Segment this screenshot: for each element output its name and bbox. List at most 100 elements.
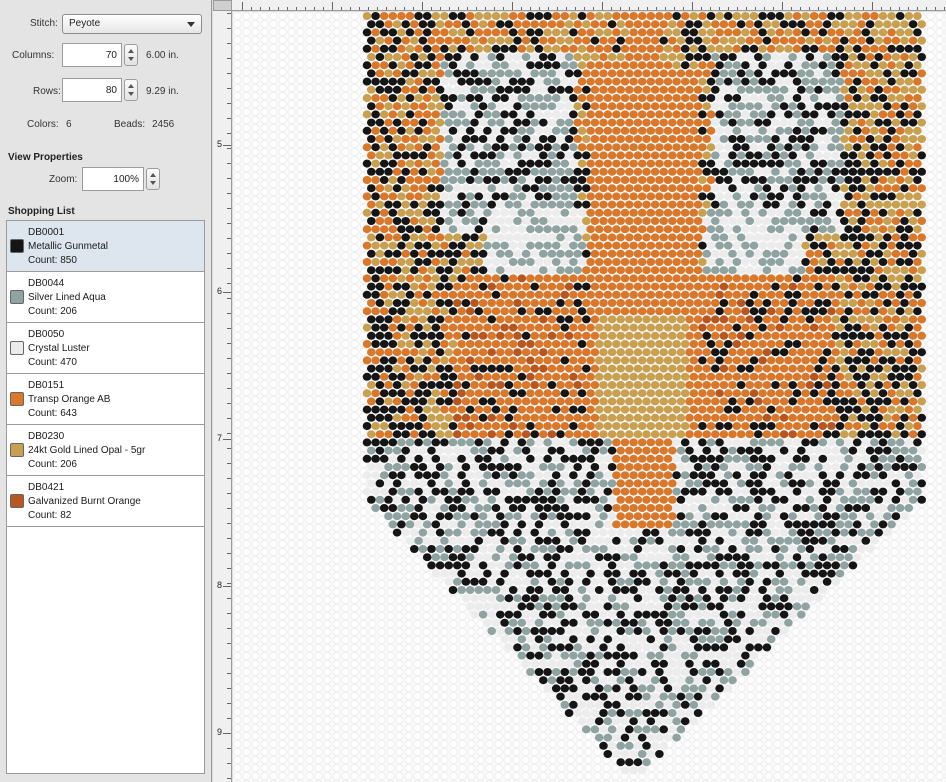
bead — [736, 561, 746, 570]
left-ruler: 56789 — [213, 11, 232, 782]
stitch-select[interactable]: Peyote — [62, 14, 202, 34]
bead — [758, 635, 767, 644]
zoom-field[interactable]: 100% — [82, 167, 144, 191]
bead — [397, 143, 406, 152]
bead — [908, 217, 918, 225]
bead — [719, 102, 729, 111]
bead — [857, 463, 866, 471]
bead — [642, 348, 651, 357]
shopping-list-item[interactable]: DB0050 Crystal Luster Count: 470 — [7, 323, 204, 374]
bead — [754, 413, 763, 422]
bead — [758, 553, 767, 562]
bead — [676, 36, 686, 45]
bead — [895, 405, 905, 414]
shopping-list-item[interactable]: DB0230 24kt Gold Lined Opal - 5gr Count: 2… — [7, 425, 204, 476]
bead — [435, 561, 445, 570]
bead — [556, 610, 565, 619]
bead — [848, 561, 858, 570]
bead — [543, 126, 552, 135]
bead — [668, 364, 677, 373]
bead — [496, 85, 505, 94]
bead — [741, 159, 750, 168]
bead — [530, 217, 539, 225]
bead — [848, 118, 858, 127]
bead — [560, 635, 570, 644]
bead — [723, 274, 733, 283]
bead — [551, 553, 561, 562]
bead — [547, 610, 557, 619]
bead — [414, 258, 423, 266]
bead — [521, 381, 531, 389]
bead — [405, 290, 415, 299]
bead — [870, 307, 879, 316]
bead — [543, 258, 552, 266]
bead — [448, 422, 458, 430]
bead — [715, 28, 724, 37]
bead — [792, 586, 802, 594]
bead — [607, 53, 617, 61]
shopping-list-item[interactable]: DB0001 Metallic Gunmetal Count: 850 — [7, 221, 204, 272]
bead — [822, 545, 832, 553]
bead — [814, 167, 823, 176]
bead — [487, 266, 496, 275]
bead — [711, 479, 720, 488]
bead — [797, 463, 806, 471]
bead — [470, 184, 479, 193]
bead — [375, 217, 385, 225]
bead — [801, 389, 810, 398]
bead — [521, 364, 531, 373]
pattern-canvas[interactable] — [233, 12, 946, 782]
zoom-stepper[interactable] — [146, 168, 160, 190]
bead — [496, 233, 505, 242]
rows-field[interactable]: 80 — [62, 78, 122, 102]
bead — [814, 463, 823, 471]
bead — [603, 504, 613, 512]
bead — [547, 479, 557, 488]
bead — [818, 422, 828, 430]
bead — [861, 340, 871, 348]
bead — [706, 487, 716, 496]
bead — [715, 618, 724, 627]
bead — [534, 241, 544, 250]
bead — [852, 44, 862, 53]
bead — [642, 643, 651, 652]
columns-stepper[interactable] — [124, 44, 138, 66]
bead — [766, 77, 776, 86]
shopping-list-item[interactable]: DB0421 Galvanized Burnt Orange Count: 82 — [7, 476, 204, 527]
bead — [715, 208, 724, 217]
bead — [569, 635, 578, 644]
bead — [848, 545, 858, 553]
bead — [698, 536, 707, 545]
bead — [551, 340, 561, 348]
bead — [388, 356, 398, 365]
bead — [487, 413, 496, 422]
shopping-list-item[interactable]: DB0044 Silver Lined Aqua Count: 206 — [7, 272, 204, 323]
bead — [887, 504, 896, 512]
bead — [883, 495, 892, 504]
bead — [513, 364, 522, 373]
bead — [521, 167, 531, 176]
bead — [539, 299, 548, 307]
bead — [431, 61, 441, 70]
bead — [633, 381, 643, 389]
bead — [517, 28, 527, 37]
bead — [676, 430, 686, 439]
bead — [496, 381, 505, 389]
bead — [741, 553, 750, 562]
bead — [577, 504, 587, 512]
bead — [371, 340, 380, 348]
bead — [650, 627, 660, 635]
columns-field[interactable]: 70 — [62, 43, 122, 67]
bead — [719, 118, 729, 127]
bead — [620, 77, 630, 86]
bead — [521, 151, 531, 160]
bead — [517, 487, 527, 496]
bead — [453, 102, 462, 111]
shopping-list-item[interactable]: DB0151 Transp Orange AB Count: 643 — [7, 374, 204, 425]
bead — [805, 397, 815, 406]
bead — [470, 528, 479, 537]
bead — [530, 53, 539, 61]
rows-stepper[interactable] — [124, 79, 138, 101]
bead — [453, 282, 462, 291]
bead — [908, 479, 918, 488]
